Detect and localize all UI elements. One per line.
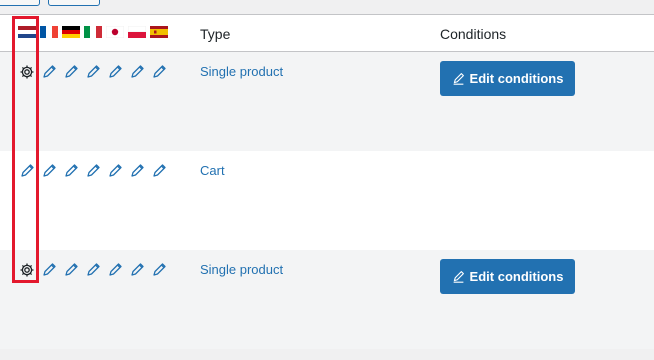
flag-fr-icon <box>40 26 58 38</box>
pencil-icon[interactable] <box>151 262 167 278</box>
flag-nl-icon <box>18 26 36 38</box>
flag-es-icon <box>150 26 168 38</box>
column-header-type[interactable]: Type <box>200 26 230 42</box>
flag-jp-icon <box>106 26 124 38</box>
column-header-conditions: Conditions <box>440 26 507 42</box>
pencil-icon[interactable] <box>129 64 145 80</box>
edit-conditions-label: Edit conditions <box>469 269 564 284</box>
type-link[interactable]: Cart <box>200 163 225 178</box>
type-link[interactable]: Single product <box>200 64 283 79</box>
pencil-icon[interactable] <box>151 64 167 80</box>
pencil-icon[interactable] <box>129 262 145 278</box>
pencil-icon[interactable] <box>63 64 79 80</box>
gear-icon[interactable] <box>19 64 35 80</box>
top-toolbar <box>0 0 654 14</box>
gear-icon[interactable] <box>19 262 35 278</box>
conditions-table: Type Conditions Single product Edit cond… <box>0 14 654 349</box>
table-row: Single product Edit conditions <box>0 52 654 151</box>
toolbar-button[interactable] <box>0 0 40 6</box>
pencil-icon[interactable] <box>151 163 167 179</box>
pencil-icon <box>453 73 464 85</box>
type-link[interactable]: Single product <box>200 262 283 277</box>
pencil-icon[interactable] <box>41 64 57 80</box>
pencil-icon <box>453 271 464 283</box>
pencil-icon[interactable] <box>107 262 123 278</box>
pencil-icon[interactable] <box>85 64 101 80</box>
flag-pl-icon <box>128 26 146 38</box>
table-row: Single product Edit conditions <box>0 250 654 349</box>
pencil-icon[interactable] <box>85 163 101 179</box>
pencil-icon[interactable] <box>19 163 35 179</box>
pencil-icon[interactable] <box>63 262 79 278</box>
edit-conditions-label: Edit conditions <box>469 71 564 86</box>
edit-conditions-button[interactable]: Edit conditions <box>440 259 575 294</box>
pencil-icon[interactable] <box>129 163 145 179</box>
pencil-icon[interactable] <box>107 163 123 179</box>
pencil-icon[interactable] <box>107 64 123 80</box>
table-header: Type Conditions <box>0 15 654 52</box>
translations-page: Type Conditions Single product Edit cond… <box>0 0 654 360</box>
edit-conditions-button[interactable]: Edit conditions <box>440 61 575 96</box>
pencil-icon[interactable] <box>41 163 57 179</box>
pencil-icon[interactable] <box>85 262 101 278</box>
flag-de-icon <box>62 26 80 38</box>
pencil-icon[interactable] <box>41 262 57 278</box>
pencil-icon[interactable] <box>63 163 79 179</box>
flag-it-icon <box>84 26 102 38</box>
table-row: Cart <box>0 151 654 250</box>
toolbar-button[interactable] <box>48 0 100 6</box>
